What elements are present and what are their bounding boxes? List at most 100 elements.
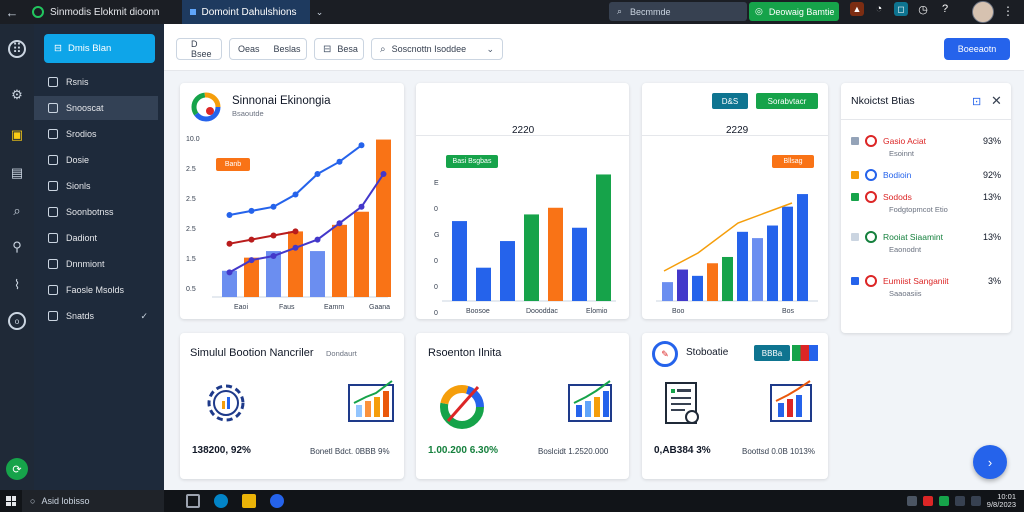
settings-icon[interactable]: ◔ bbox=[872, 2, 886, 16]
series-line bbox=[229, 144, 363, 216]
card-title: Rsoenton Ilnita bbox=[428, 347, 502, 359]
tray-icon[interactable] bbox=[938, 496, 949, 506]
sidebar-item-10[interactable]: Snatds ✓ bbox=[34, 304, 158, 328]
card-pill-right[interactable]: Sorabvtacr bbox=[756, 93, 818, 109]
y-tick-label: 0 bbox=[434, 206, 438, 213]
status-ring-icon bbox=[865, 191, 877, 203]
kpi-value: 0,AB384 3% bbox=[654, 445, 711, 456]
start-button[interactable] bbox=[0, 490, 22, 512]
sidebar-item-3[interactable]: Srodios bbox=[34, 122, 158, 146]
status-row[interactable]: Sodods 13% bbox=[851, 187, 1001, 207]
search-icon[interactable]: ⌕ bbox=[8, 202, 26, 220]
floating-action-button[interactable]: › bbox=[973, 445, 1007, 479]
clock-icon[interactable]: ◷ bbox=[916, 2, 930, 16]
sidebar-item-4[interactable]: Dosie bbox=[34, 148, 158, 172]
filter-select[interactable]: ⌕ Soscnottn Isoddee ⌄ bbox=[371, 38, 503, 60]
image-icon[interactable]: ▤ bbox=[8, 164, 26, 182]
sidebar-primary-button[interactable]: ⊟ Dmis Blan bbox=[44, 34, 155, 63]
chart-card-2: 2220 Basi Bsgbas E 0 G 0 0 0 Boosoe Doooddac Elo… bbox=[416, 83, 629, 319]
x-tick-label: Boosoe bbox=[466, 308, 490, 315]
toolbar-button-2[interactable]: Oeas Beslas bbox=[229, 38, 307, 60]
refresh-icon: ◎ bbox=[755, 6, 763, 16]
clock[interactable]: 10:01 9/8/2023 bbox=[987, 493, 1016, 509]
top-action-button[interactable]: ◎ Deowaig Bamtie bbox=[749, 2, 839, 21]
sidebar-item-7[interactable]: Dadiont bbox=[34, 226, 158, 250]
status-percent: 93% bbox=[982, 136, 1001, 146]
sidebar-item-8[interactable]: Dnnmiont bbox=[34, 252, 158, 276]
status-panel: Nkoictst Btias ⊡ ✕ Gasio Aciat 93% Esoinnt… bbox=[841, 83, 1011, 333]
back-arrow-icon[interactable]: ← bbox=[0, 5, 24, 20]
status-row[interactable]: Eumiist Sanganiit 3% bbox=[851, 271, 1001, 291]
sidebar-item-label: Snatds bbox=[66, 311, 95, 321]
status-row[interactable]: Gasio Aciat 93% bbox=[851, 131, 1001, 151]
line-point bbox=[248, 207, 255, 214]
x-tick-label: Eaoi bbox=[234, 304, 248, 311]
sidebar-item-5[interactable]: Sionls bbox=[34, 174, 158, 198]
card-pill-left[interactable]: D&S bbox=[712, 93, 748, 109]
app-icon[interactable] bbox=[270, 494, 284, 508]
sidebar-item-6[interactable]: Soonbotnss bbox=[34, 200, 158, 224]
clock-date: 9/8/2023 bbox=[986, 500, 1016, 509]
close-icon[interactable]: ✕ bbox=[991, 93, 1002, 109]
expand-icon[interactable]: ⊡ bbox=[972, 95, 981, 108]
line-point bbox=[336, 158, 343, 165]
series-line bbox=[229, 230, 296, 245]
status-ring-icon bbox=[865, 169, 877, 181]
line-point bbox=[226, 212, 233, 218]
taskbar-search[interactable]: ○ Asid lobisso bbox=[22, 490, 164, 512]
bar bbox=[310, 251, 325, 297]
kpi-value: 138200, 92% bbox=[192, 445, 251, 456]
volume-icon[interactable] bbox=[970, 496, 981, 506]
card-pill[interactable]: BBBa bbox=[754, 345, 790, 361]
info-icon[interactable]: o bbox=[8, 312, 26, 330]
status-sublabel: Saaoasiis bbox=[889, 289, 922, 298]
notification-icon[interactable]: ◻ bbox=[894, 2, 908, 16]
toolbar-button-1[interactable]: D Bsee bbox=[176, 38, 222, 60]
avatar[interactable] bbox=[972, 1, 994, 23]
primary-action-button[interactable]: Boeeaotn bbox=[944, 38, 1010, 60]
browser-icon[interactable] bbox=[214, 494, 228, 508]
tray-icon[interactable] bbox=[906, 496, 917, 506]
toolbar-button-3[interactable]: ⊟ Besa bbox=[314, 38, 364, 60]
top-search[interactable]: ⌕ Becmmde bbox=[609, 2, 747, 21]
briefcase-icon[interactable]: ▣ bbox=[8, 126, 26, 144]
line-point bbox=[270, 232, 277, 239]
gear-icon[interactable]: ⚙ bbox=[8, 86, 26, 104]
task-view-icon[interactable] bbox=[186, 494, 200, 508]
chevron-down-icon: ⌄ bbox=[486, 43, 494, 54]
kpi-value: 1.00.200 6.30% bbox=[428, 445, 499, 456]
assistant-icon[interactable]: ⟳ bbox=[6, 458, 28, 480]
more-menu-icon[interactable]: ⋮ bbox=[1002, 4, 1014, 18]
line-point bbox=[358, 203, 365, 210]
sidebar-item-9[interactable]: Faosle Msolds bbox=[34, 278, 158, 302]
tab-dashboard[interactable]: Domoint Dahulshions bbox=[181, 0, 310, 24]
card-title: Sinnonai Ekinongia bbox=[232, 95, 331, 107]
status-row[interactable]: Rooiat Siaamint 13% bbox=[851, 227, 1001, 247]
key-icon[interactable]: ⚲ bbox=[8, 238, 26, 256]
sidebar-item-2[interactable]: Snooscat bbox=[34, 96, 158, 120]
summary-card-1: Simulul Bootion Nancriler Dondaurt 13820… bbox=[180, 333, 404, 479]
filter-select-value: Soscnottn Isoddee bbox=[391, 44, 467, 54]
chart-3: Boo Bos bbox=[656, 194, 818, 315]
bar bbox=[476, 267, 491, 301]
badge-icon: ✎ bbox=[652, 341, 678, 367]
status-percent: 92% bbox=[982, 170, 1001, 180]
flag-icon[interactable]: ▲ bbox=[850, 2, 864, 16]
tray-icon[interactable] bbox=[922, 496, 933, 506]
chart-icon[interactable]: ⌇ bbox=[8, 276, 26, 294]
status-label: Eumiist Sanganiit bbox=[883, 276, 949, 286]
status-label: Rooiat Siaamint bbox=[883, 232, 944, 242]
sidebar-item-1[interactable]: Rsnis bbox=[34, 70, 158, 94]
toolbar: D Bsee Oeas Beslas ⊟ Besa ⌕ Soscnottn Isodd… bbox=[164, 24, 1024, 71]
wifi-icon[interactable] bbox=[954, 496, 965, 506]
status-row[interactable]: Bodioin 92% bbox=[851, 165, 1001, 185]
app-title-tab[interactable]: Sinmodis Elokmit dioonn bbox=[24, 0, 168, 24]
bar bbox=[524, 214, 539, 301]
y-tick-label: 0 bbox=[434, 310, 438, 317]
apps-icon[interactable]: ⠿ bbox=[8, 40, 26, 58]
help-icon[interactable]: ? bbox=[938, 2, 952, 16]
chevron-down-icon[interactable]: ⌄ bbox=[310, 7, 330, 18]
folder-icon[interactable] bbox=[242, 494, 256, 508]
bar-chart-icon bbox=[770, 380, 812, 422]
kpi-note: Boslcidt 1.2520.000 bbox=[538, 447, 609, 456]
